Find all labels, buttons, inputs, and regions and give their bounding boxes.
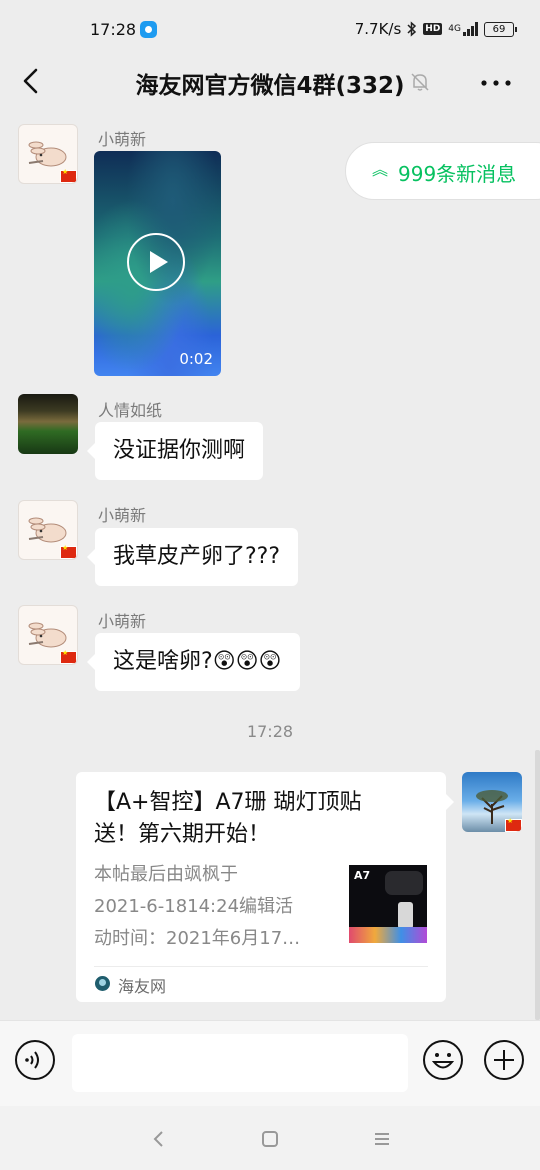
flag-badge-icon	[60, 544, 77, 559]
text-message-bubble[interactable]: 没证据你测啊	[86, 422, 264, 480]
sender-avatar[interactable]	[18, 124, 78, 184]
sender-name: 小萌新	[98, 506, 147, 525]
bluetooth-icon	[407, 21, 417, 37]
new-messages-button[interactable]: ︽ 999条新消息	[345, 142, 540, 200]
system-nav-bar	[0, 1106, 540, 1170]
chat-header: 海友网官方微信4群(332)	[0, 60, 540, 106]
video-message[interactable]: 0:02	[94, 151, 221, 376]
lamp-image	[385, 871, 423, 895]
battery-icon: 69	[484, 21, 517, 37]
battery-level: 69	[492, 23, 506, 35]
link-card[interactable]: 【A+智控】A7珊 瑚灯顶贴 送！第六期开始！ 本帖最后由飒枫于 2021-6-…	[76, 772, 454, 1002]
thumbnail-label: A7	[354, 869, 371, 882]
play-icon[interactable]	[127, 233, 185, 291]
card-divider	[94, 966, 428, 967]
status-right: 7.7K/s HD 4G 69	[354, 20, 517, 38]
sender-name: 人情如纸	[98, 401, 163, 420]
link-card-thumbnail: A7	[349, 865, 427, 943]
emoji-icons: 😲😲😲	[212, 649, 282, 674]
double-chevron-up-icon: ︽	[372, 160, 389, 179]
link-card-title: 【A+智控】A7珊 瑚灯顶贴 送！第六期开始！	[94, 790, 362, 847]
voice-input-icon[interactable]	[14, 1039, 56, 1081]
text-message-bubble[interactable]: 我草皮产卵了???	[86, 528, 299, 586]
hd-badge: HD	[423, 23, 443, 35]
message-text: 我草皮产卵了???	[113, 544, 281, 569]
flag-badge-icon	[505, 817, 522, 832]
coral-image	[349, 927, 427, 943]
notification-app-icon	[140, 21, 157, 38]
own-avatar[interactable]	[462, 772, 522, 832]
sender-avatar[interactable]	[18, 394, 78, 454]
text-message-bubble[interactable]: 这是啥卵?😲😲😲	[87, 633, 300, 691]
network-speed: 7.7K/s	[354, 20, 402, 38]
plus-icon[interactable]	[483, 1039, 525, 1081]
sender-name: 小萌新	[98, 130, 147, 149]
chat-title: 海友网官方微信4群(332)	[135, 73, 405, 99]
sender-avatar[interactable]	[18, 605, 78, 665]
status-time: 17:28	[90, 20, 137, 39]
status-bar: 17:28 7.7K/s HD 4G 69	[0, 0, 540, 60]
message-timestamp: 17:28	[246, 722, 294, 741]
sender-name: 小萌新	[98, 612, 147, 631]
nav-home-icon[interactable]	[257, 1126, 283, 1152]
link-card-description: 本帖最后由飒枫于 2021-6-1814:24编辑活 动时间：2021年6月17…	[94, 864, 301, 949]
flag-badge-icon	[60, 168, 77, 183]
input-bar	[0, 1020, 540, 1107]
mute-bell-icon	[411, 73, 429, 91]
video-duration: 0:02	[179, 350, 213, 368]
emoji-icon[interactable]	[422, 1039, 464, 1081]
phone-image	[398, 902, 413, 929]
signal-icon	[463, 22, 478, 36]
scrollbar[interactable]	[535, 750, 540, 1020]
nav-menu-icon[interactable]	[369, 1126, 395, 1152]
link-card-source: 海友网	[118, 977, 167, 996]
source-logo-icon	[95, 976, 110, 991]
flag-badge-icon	[60, 649, 77, 664]
sender-avatar[interactable]	[18, 500, 78, 560]
more-options-icon[interactable]	[476, 68, 516, 98]
message-input[interactable]	[72, 1034, 408, 1092]
network-type: 4G	[448, 24, 461, 34]
new-messages-label: 999条新消息	[398, 162, 517, 186]
nav-back-icon[interactable]	[146, 1126, 172, 1152]
message-text: 没证据你测啊	[113, 438, 246, 463]
message-text: 这是啥卵?	[113, 649, 213, 674]
